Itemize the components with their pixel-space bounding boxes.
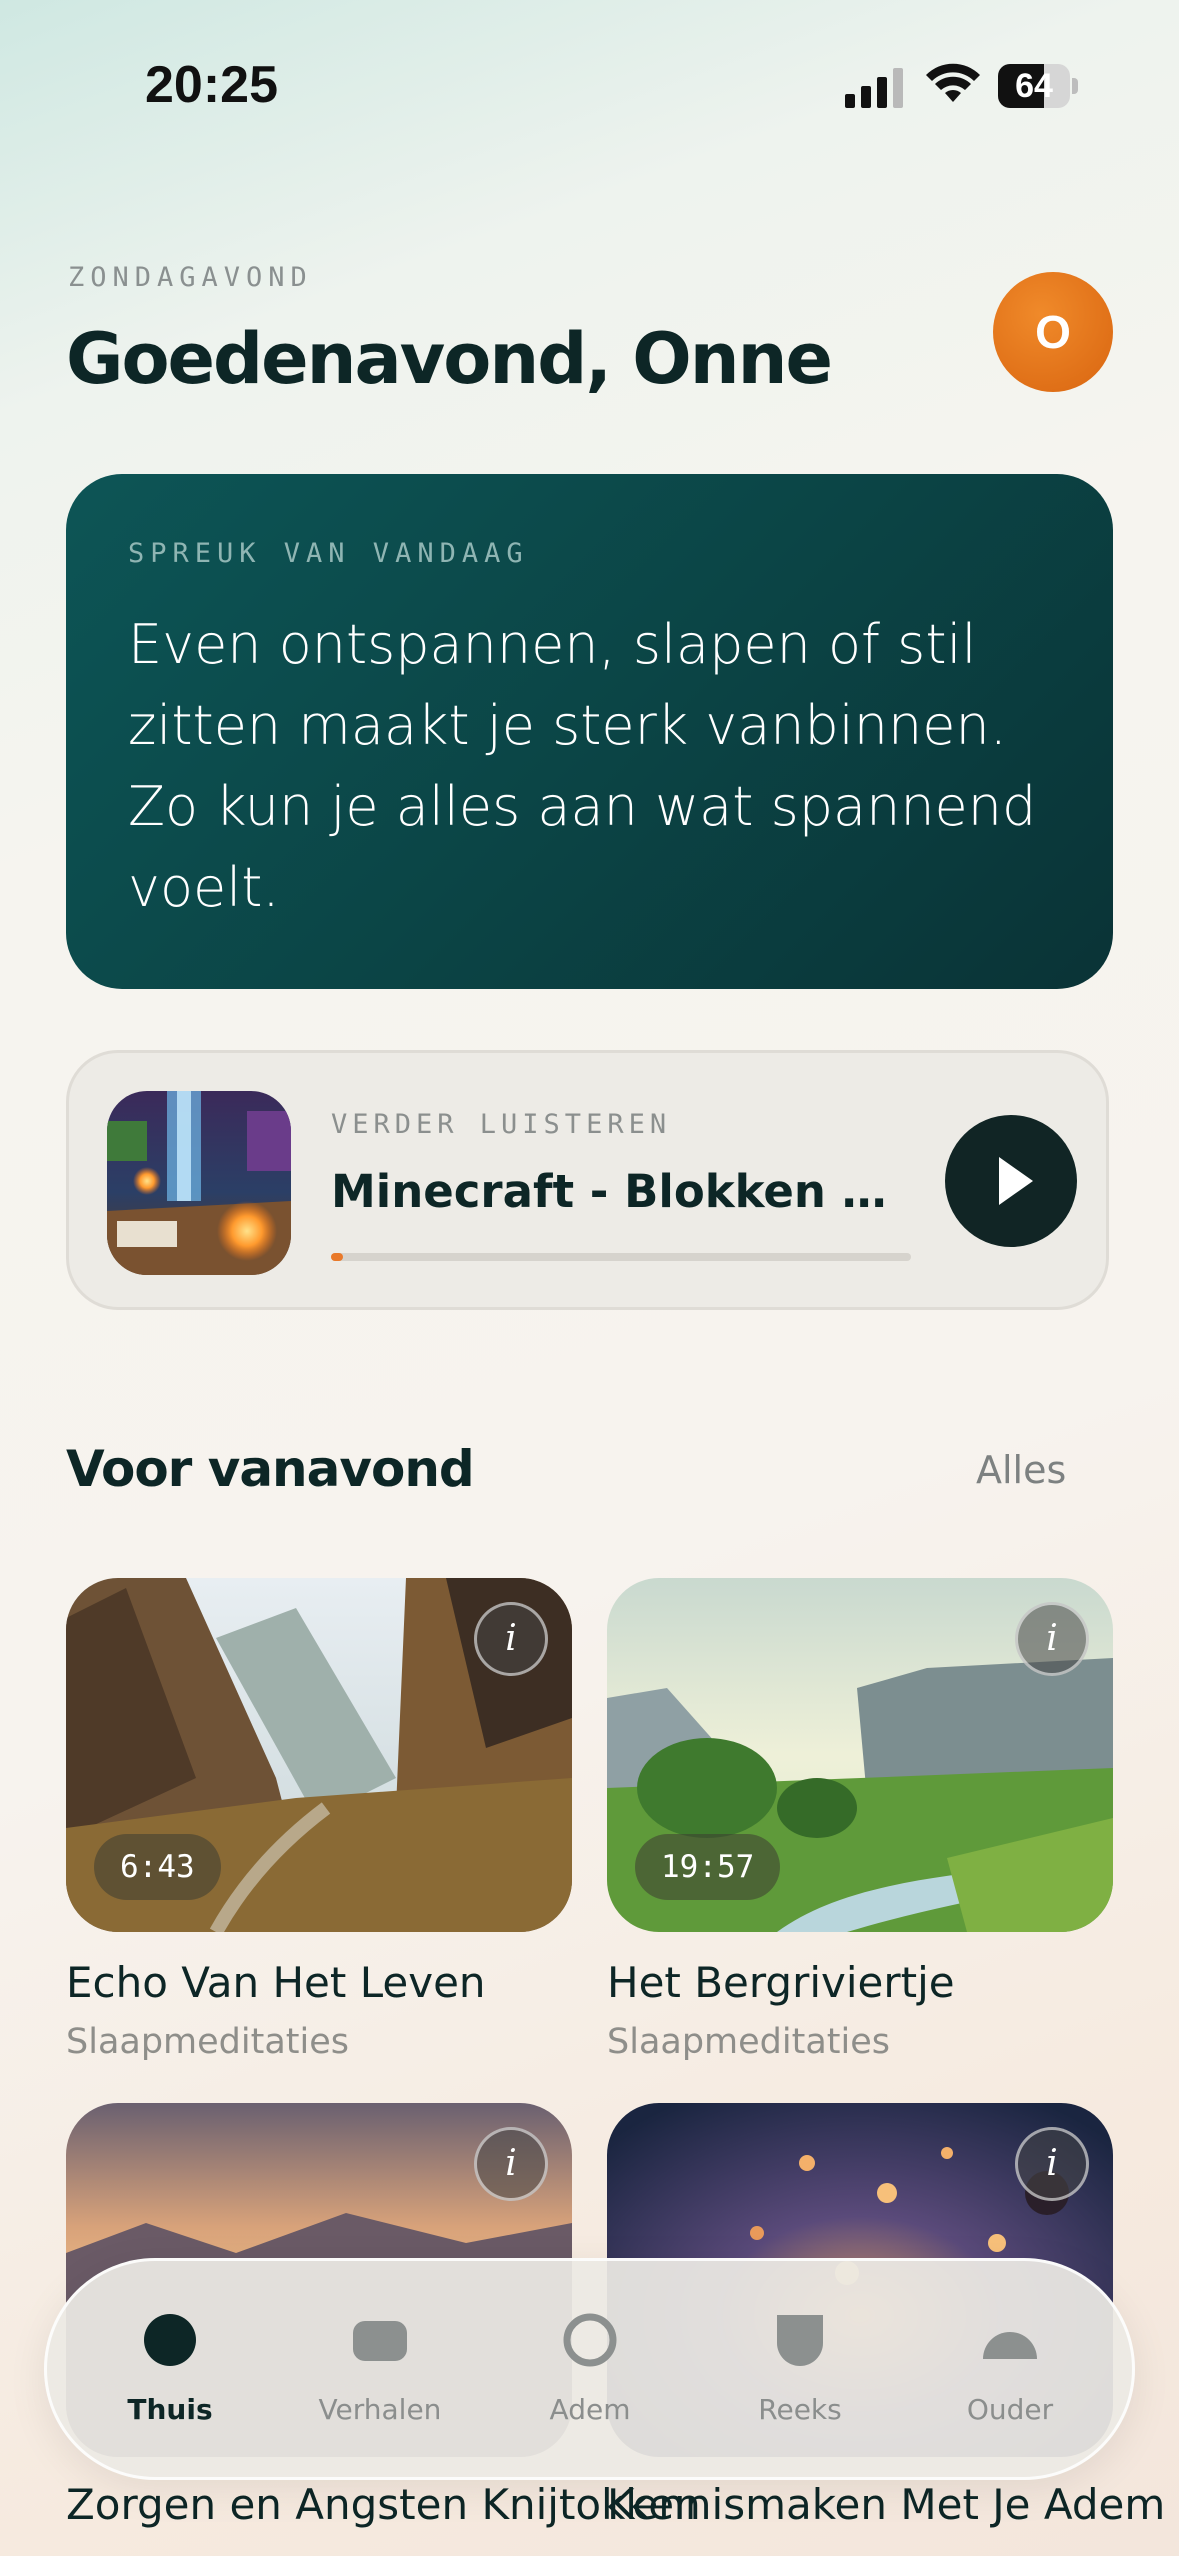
parent-icon	[983, 2332, 1037, 2359]
tab-ouder[interactable]: Ouder	[905, 2261, 1115, 2477]
content-tile[interactable]: i 6:43	[66, 1578, 572, 1932]
tab-label: Reeks	[758, 2393, 842, 2426]
home-icon	[144, 2314, 196, 2366]
playback-progress-fill	[331, 1253, 343, 1261]
cellular-signal-icon	[845, 68, 903, 108]
continue-listening-card[interactable]: VERDER LUISTEREN Minecraft - Blokken Van…	[66, 1050, 1109, 1310]
breathe-icon	[563, 2313, 617, 2367]
wifi-icon	[926, 63, 980, 102]
continue-label: VERDER LUISTEREN	[331, 1109, 672, 1140]
duration-badge: 19:57	[635, 1834, 781, 1900]
tile-category: Slaapmeditaties	[607, 2022, 891, 2062]
tab-reeks[interactable]: Reeks	[695, 2261, 905, 2477]
quote-text: Even ontspannen, slapen of stil zitten m…	[128, 613, 1037, 919]
tab-verhalen[interactable]: Verhalen	[275, 2261, 485, 2477]
series-icon	[777, 2315, 823, 2366]
tab-label: Thuis	[127, 2393, 213, 2426]
quote-label: SPREUK VAN VANDAAG	[128, 538, 529, 569]
episode-title: Minecraft - Blokken Van Licht	[331, 1165, 911, 1218]
playback-progress	[331, 1253, 911, 1261]
play-button[interactable]	[945, 1115, 1077, 1247]
tile-title[interactable]: Echo Van Het Leven	[66, 1958, 486, 2007]
duration-badge: 6:43	[94, 1834, 221, 1900]
tile-title[interactable]: Zorgen en Angsten Knijtokken	[66, 2480, 701, 2529]
tab-adem[interactable]: Adem	[485, 2261, 695, 2477]
content-tile[interactable]: i 19:57	[607, 1578, 1113, 1932]
tab-bar: Thuis Verhalen Adem Reeks Ouder	[44, 2258, 1135, 2480]
tab-thuis[interactable]: Thuis	[65, 2261, 275, 2477]
info-button[interactable]: i	[1015, 2127, 1089, 2201]
battery-percentage: 64	[1015, 67, 1053, 105]
greeting-title: Goedenavond, Onne	[66, 318, 833, 400]
tab-label: Ouder	[966, 2393, 1054, 2426]
info-button[interactable]: i	[474, 1602, 548, 1676]
info-button[interactable]: i	[474, 2127, 548, 2201]
section-title: Voor vanavond	[66, 1440, 475, 1498]
tab-label: Adem	[549, 2393, 631, 2426]
episode-thumbnail	[107, 1091, 291, 1275]
tile-category: Slaapmeditaties	[66, 2022, 350, 2062]
play-icon	[999, 1157, 1033, 1205]
info-button[interactable]: i	[1015, 1602, 1089, 1676]
stories-icon	[353, 2321, 407, 2361]
quote-card: SPREUK VAN VANDAAG Even ontspannen, slap…	[66, 474, 1113, 989]
see-all-link[interactable]: Alles	[976, 1448, 1066, 1492]
day-label: ZONDAGAVOND	[68, 262, 313, 293]
tab-label: Verhalen	[318, 2393, 442, 2426]
tile-title[interactable]: Kennismaken Met Je Adem	[607, 2480, 1165, 2529]
battery-icon: 64	[998, 64, 1080, 108]
profile-avatar[interactable]: O	[993, 272, 1113, 392]
tile-title[interactable]: Het Bergriviertje	[607, 1958, 955, 2007]
status-time: 20:25	[145, 56, 278, 114]
